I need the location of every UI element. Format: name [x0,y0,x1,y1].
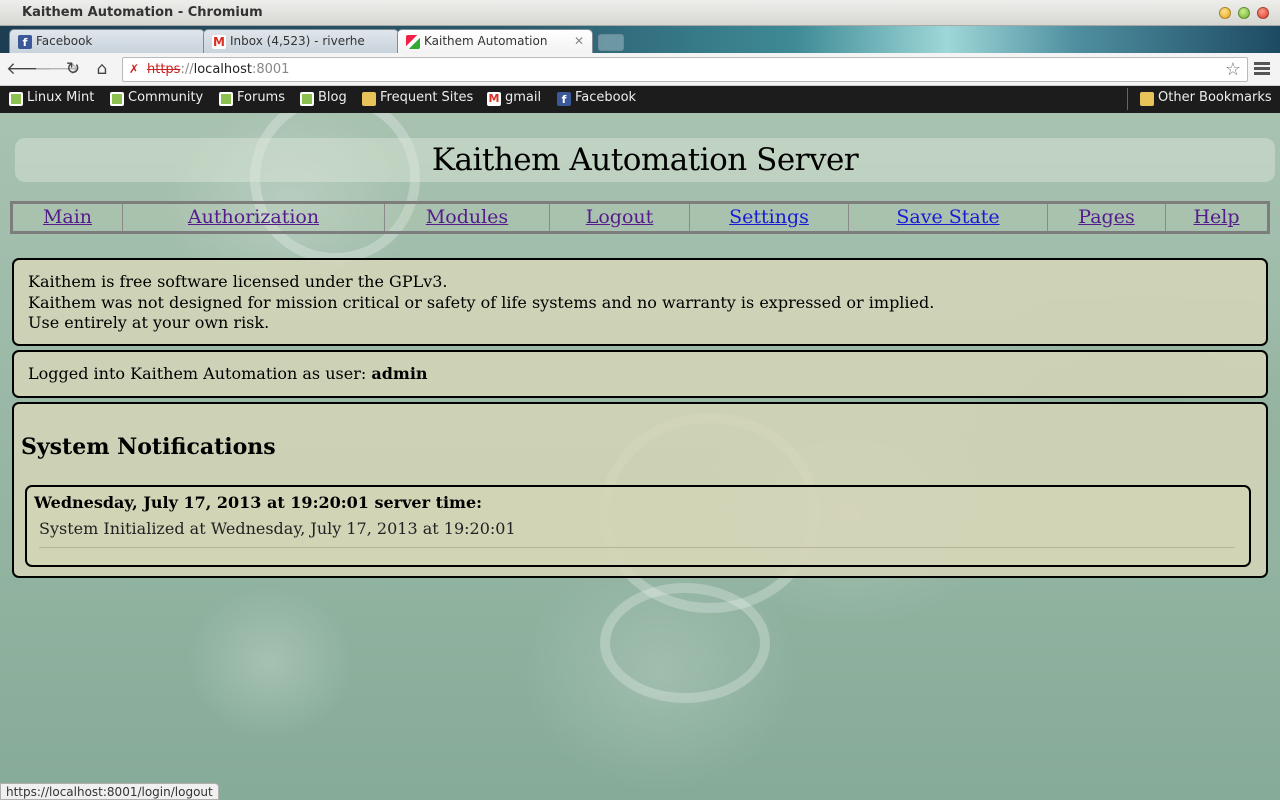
nav-item-save-state: Save State [849,204,1048,231]
notification-item: Wednesday, July 17, 2013 at 19:20:01 ser… [25,485,1251,567]
address-bar[interactable]: ✗ https://localhost:8001 ☆ [122,57,1248,82]
nav-link-logout[interactable]: Logout [586,206,654,228]
notification-divider [39,547,1235,548]
tab-label: Facebook [36,34,93,48]
maximize-button[interactable] [1238,7,1250,19]
reload-button[interactable]: ↻ [62,58,84,80]
bookmark-label: Linux Mint [27,90,95,105]
bookmark-label: Facebook [575,90,637,105]
nav-item-main: Main [13,204,123,231]
window-title: Kaithem Automation - Chromium [22,5,263,20]
login-prefix: Logged into Kaithem Automation as user: [28,364,367,383]
page-content: Kaithem Automation Server Main Authoriza… [0,113,1280,800]
nav-item-authorization: Authorization [123,204,385,231]
bookmarks-separator [1127,88,1128,110]
login-username: admin [371,364,428,383]
tab-label: Kaithem Automation [424,34,548,48]
linux-mint-icon [9,92,23,106]
nav-item-help: Help [1166,204,1267,231]
page-header: Kaithem Automation Server [15,138,1275,182]
bookmark-label: gmail [505,90,542,105]
notification-message: System Initialized at Wednesday, July 17… [39,519,516,538]
notifications-heading: System Notifications [21,434,276,460]
tab-kaithem-automation[interactable]: Kaithem Automation ✕ [397,29,593,53]
status-bar-url: https://localhost:8001/login/logout [0,783,219,800]
nav-link-settings[interactable]: Settings [729,206,809,228]
kaithem-icon [406,35,420,49]
gmail-icon: M [212,35,226,49]
gmail-icon: M [487,92,501,106]
url-scheme: https [147,62,181,77]
nav-link-modules[interactable]: Modules [426,206,508,228]
menu-icon [1254,62,1270,65]
bookmark-linux-mint[interactable]: Linux Mint [9,90,95,106]
folder-icon [1140,92,1154,106]
url-host: localhost [193,62,252,77]
bookmark-label: Forums [237,90,285,105]
notification-time: Wednesday, July 17, 2013 at 19:20:01 ser… [34,493,483,512]
linux-mint-icon [110,92,124,106]
new-tab-button[interactable] [598,34,624,51]
risk-line: Use entirely at your own risk. [28,313,270,332]
url-port: :8001 [251,62,290,77]
linux-mint-icon [300,92,314,106]
nav-item-modules: Modules [385,204,550,231]
forward-button[interactable]: 🡒 [34,58,80,80]
tab-strip: f Facebook M Inbox (4,523) - riverhe Kai… [0,26,1280,53]
page-title: Kaithem Automation Server [431,142,859,178]
bookmark-label: Frequent Sites [380,90,474,105]
url-separator: :// [180,62,194,77]
main-nav: Main Authorization Modules Logout Settin… [10,201,1270,234]
insecure-lock-icon: ✗ [129,62,140,76]
chrome-menu-button[interactable] [1253,60,1271,78]
license-notice: Kaithem is free software licensed under … [12,258,1268,346]
bookmark-folder-other-bookmarks[interactable]: Other Bookmarks [1140,90,1272,106]
background-decoration [250,113,420,263]
bookmark-label: Other Bookmarks [1158,90,1272,105]
reload-icon: ↻ [65,59,81,79]
login-status: Logged into Kaithem Automation as user: … [12,350,1268,398]
bookmark-blog[interactable]: Blog [300,90,347,106]
facebook-icon: f [557,92,571,106]
nav-item-logout: Logout [550,204,690,231]
back-button[interactable]: 🡐 [6,58,52,80]
warranty-line: Kaithem was not designed for mission cri… [28,292,935,312]
menu-icon-bar [1254,67,1270,70]
bookmark-label: Community [128,90,204,105]
close-window-button[interactable] [1257,7,1269,19]
minimize-button[interactable] [1219,7,1231,19]
tab-label: Inbox (4,523) - riverhe [230,34,365,48]
menu-icon-bar [1254,72,1270,75]
nav-item-pages: Pages [1048,204,1166,231]
nav-link-authorization[interactable]: Authorization [188,206,319,228]
bookmark-forums[interactable]: Forums [219,90,285,106]
nav-item-settings: Settings [690,204,849,231]
nav-link-main[interactable]: Main [43,206,92,228]
tab-facebook[interactable]: f Facebook [9,29,205,53]
window-title-bar: Kaithem Automation - Chromium [0,0,1280,26]
nav-link-save-state[interactable]: Save State [896,206,999,228]
bookmark-gmail[interactable]: M gmail [487,90,542,106]
system-notifications-panel: System Notifications Wednesday, July 17,… [12,402,1268,578]
license-line: Kaithem is free software licensed under … [28,272,448,291]
tab-gmail-inbox[interactable]: M Inbox (4,523) - riverhe [203,29,399,53]
facebook-icon: f [18,35,32,49]
bookmark-star-icon[interactable]: ☆ [1225,58,1241,81]
close-tab-icon[interactable]: ✕ [574,34,584,48]
nav-link-pages[interactable]: Pages [1078,206,1134,228]
nav-link-help[interactable]: Help [1193,206,1239,228]
background-decoration [600,583,770,703]
bookmark-community[interactable]: Community [110,90,204,106]
folder-icon [362,92,376,106]
home-icon: ⌂ [96,59,108,79]
bookmark-folder-frequent-sites[interactable]: Frequent Sites [362,90,474,106]
bookmarks-bar: Linux Mint Community Forums Blog Frequen… [0,86,1280,113]
browser-toolbar: 🡐 🡒 ↻ ⌂ ✗ https://localhost:8001 ☆ [0,53,1280,86]
bookmark-label: Blog [318,90,347,105]
bookmark-facebook[interactable]: f Facebook [557,90,637,106]
linux-mint-icon [219,92,233,106]
home-button[interactable]: ⌂ [91,58,113,80]
